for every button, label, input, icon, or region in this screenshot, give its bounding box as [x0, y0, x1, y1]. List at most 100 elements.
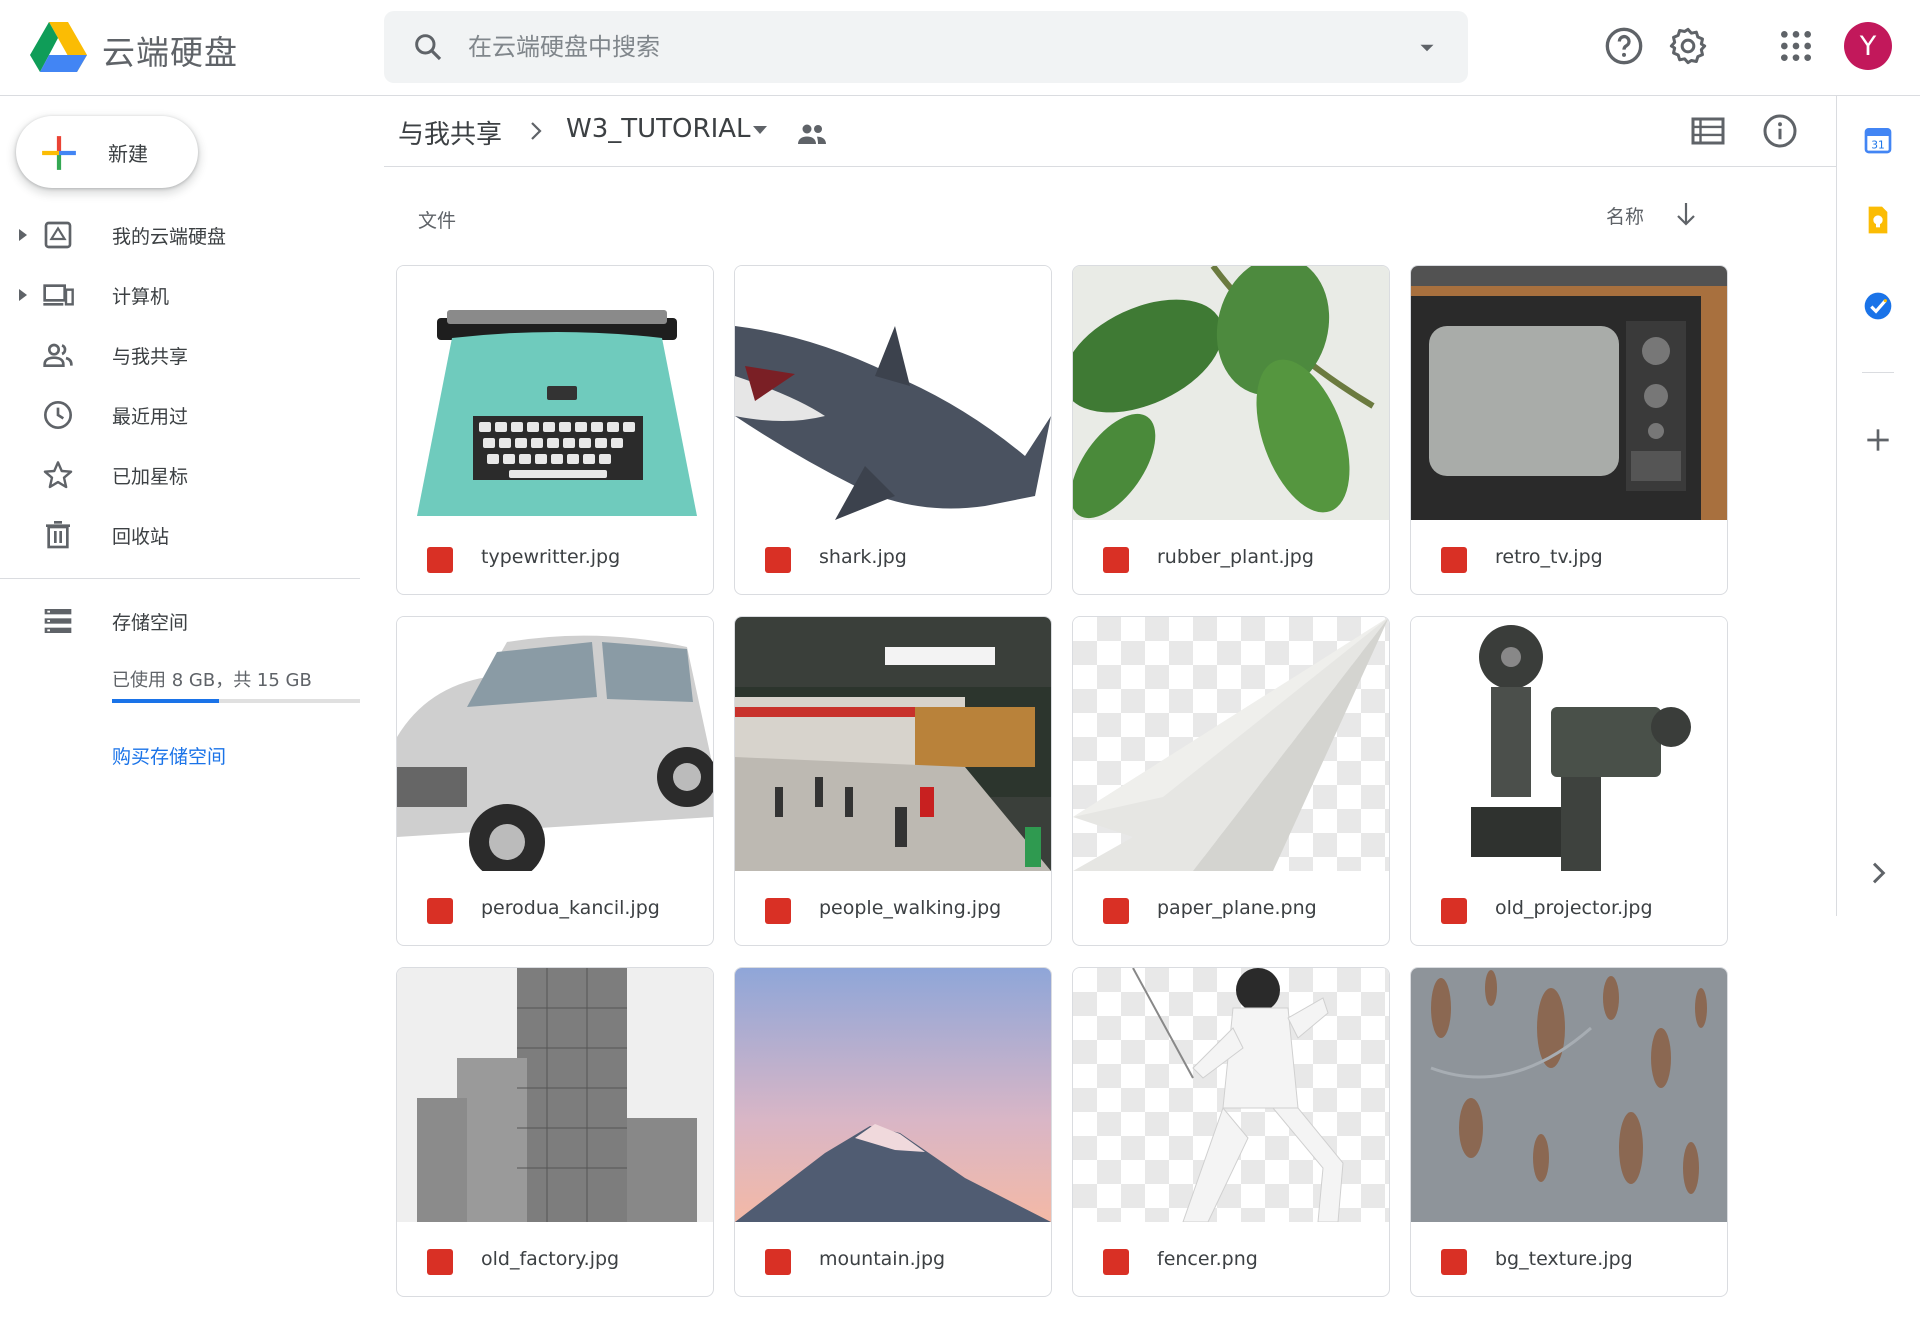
sidebar-item-storage[interactable]: 存储空间: [0, 592, 360, 650]
file-thumbnail: [735, 617, 1051, 871]
paper-plane-image: [1073, 617, 1389, 871]
old-factory-image: [397, 968, 713, 1222]
typewriter-image: [397, 266, 713, 520]
file-name: perodua_kancil.jpg: [481, 897, 660, 919]
clock-icon: [44, 401, 72, 429]
new-button[interactable]: 新建: [16, 116, 198, 188]
image-file-icon: [427, 1249, 453, 1275]
chevron-right-icon: [531, 122, 542, 140]
file-card-old-factory[interactable]: old_factory.jpg: [396, 967, 714, 1297]
car-image: [397, 617, 713, 871]
folder-dropdown-icon[interactable]: [752, 125, 768, 135]
calendar-icon[interactable]: 31: [1862, 124, 1894, 156]
subway-station-image: [735, 617, 1051, 871]
drive-icon: [44, 221, 72, 249]
file-name: old_projector.jpg: [1495, 897, 1653, 919]
file-card-people-walking[interactable]: people_walking.jpg: [734, 616, 1052, 946]
chevron-right-icon[interactable]: [1862, 857, 1894, 889]
sidebar-item-computers[interactable]: 计算机: [0, 266, 360, 324]
shared-folder-icon: [798, 124, 826, 144]
breadcrumb-current-folder[interactable]: W3_TUTORIAL: [566, 114, 751, 144]
file-name: people_walking.jpg: [819, 897, 1002, 919]
image-file-icon: [427, 547, 453, 573]
storage-usage-bar: [112, 699, 360, 703]
app-title[interactable]: 云端硬盘: [102, 26, 238, 74]
image-file-icon: [1441, 898, 1467, 924]
sidebar-item-label: 与我共享: [112, 346, 189, 368]
keep-icon[interactable]: [1862, 204, 1894, 236]
sidebar-item-starred[interactable]: 已加星标: [0, 446, 360, 504]
file-thumbnail: [1073, 266, 1389, 520]
sidebar-item-label: 存储空间: [112, 612, 189, 634]
image-file-icon: [765, 1249, 791, 1275]
old-projector-image: [1411, 617, 1727, 871]
breadcrumb-parent[interactable]: 与我共享: [398, 114, 502, 151]
info-icon[interactable]: [1762, 113, 1798, 149]
file-thumbnail: [397, 266, 713, 520]
tasks-icon[interactable]: [1862, 290, 1894, 322]
file-card-typewritter[interactable]: typewritter.jpg: [396, 265, 714, 595]
file-thumbnail: [1411, 968, 1727, 1222]
rubber-plant-image: [1073, 266, 1389, 520]
file-thumbnail: [1411, 617, 1727, 871]
apps-grid-icon[interactable]: [1776, 26, 1816, 66]
image-file-icon: [1103, 1249, 1129, 1275]
file-card-fencer[interactable]: fencer.png: [1072, 967, 1390, 1297]
file-name: shark.jpg: [819, 546, 907, 568]
sidebar-item-my-drive[interactable]: 我的云端硬盘: [0, 206, 360, 264]
rust-texture-image: [1411, 968, 1727, 1222]
storage-usage-text: 已使用 8 GB，共 15 GB: [112, 670, 312, 691]
image-file-icon: [1441, 1249, 1467, 1275]
add-addon-plus-icon[interactable]: [1862, 424, 1894, 456]
side-panel-divider: [1862, 372, 1894, 373]
new-button-label: 新建: [108, 142, 148, 166]
sidebar-divider: [0, 578, 360, 579]
sidebar-item-shared-with-me[interactable]: 与我共享: [0, 326, 360, 384]
storage-usage-fill: [112, 699, 219, 703]
search-options-icon[interactable]: [1414, 35, 1440, 61]
sort-direction-arrow-icon[interactable]: [1674, 200, 1698, 228]
file-card-rubber-plant[interactable]: rubber_plant.jpg: [1072, 265, 1390, 595]
storage-icon: [44, 609, 72, 633]
file-card-shark[interactable]: shark.jpg: [734, 265, 1052, 595]
search-bar[interactable]: [384, 11, 1468, 83]
file-name: rubber_plant.jpg: [1157, 546, 1314, 568]
file-thumbnail: [735, 968, 1051, 1222]
help-icon[interactable]: [1604, 26, 1644, 66]
file-card-perodua-kancil[interactable]: perodua_kancil.jpg: [396, 616, 714, 946]
settings-gear-icon[interactable]: [1668, 26, 1708, 66]
file-name: old_factory.jpg: [481, 1248, 620, 1270]
account-avatar[interactable]: Y: [1844, 22, 1892, 70]
file-card-bg-texture[interactable]: bg_texture.jpg: [1410, 967, 1728, 1297]
expand-caret-icon[interactable]: [18, 288, 28, 302]
drive-logo-icon[interactable]: [30, 22, 87, 72]
star-icon: [43, 461, 73, 489]
file-card-paper-plane[interactable]: paper_plane.png: [1072, 616, 1390, 946]
sidebar-item-trash[interactable]: 回收站: [0, 506, 360, 564]
sort-by-name[interactable]: 名称: [1606, 202, 1644, 229]
image-file-icon: [1441, 547, 1467, 573]
buy-storage-link[interactable]: 购买存储空间: [112, 742, 226, 769]
expand-caret-icon[interactable]: [18, 228, 28, 242]
files-section-label: 文件: [418, 210, 457, 232]
image-file-icon: [1103, 547, 1129, 573]
image-file-icon: [765, 898, 791, 924]
search-input[interactable]: [468, 25, 1368, 69]
file-card-retro-tv[interactable]: retro_tv.jpg: [1410, 265, 1728, 595]
sidebar-item-label: 最近用过: [112, 406, 189, 428]
search-icon[interactable]: [412, 31, 444, 63]
file-name: typewritter.jpg: [481, 546, 621, 568]
sidebar-item-label: 回收站: [112, 526, 170, 548]
list-view-icon[interactable]: [1690, 113, 1726, 149]
plus-icon: [42, 136, 76, 170]
file-card-old-projector[interactable]: old_projector.jpg: [1410, 616, 1728, 946]
people-icon: [43, 343, 73, 367]
file-thumbnail: [397, 617, 713, 871]
file-thumbnail: [397, 968, 713, 1222]
header-divider: [384, 166, 1836, 167]
sidebar-item-label: 已加星标: [112, 466, 189, 488]
file-card-mountain[interactable]: mountain.jpg: [734, 967, 1052, 1297]
image-file-icon: [1103, 898, 1129, 924]
sidebar-item-recent[interactable]: 最近用过: [0, 386, 360, 444]
sidebar-item-label: 计算机: [112, 286, 170, 308]
